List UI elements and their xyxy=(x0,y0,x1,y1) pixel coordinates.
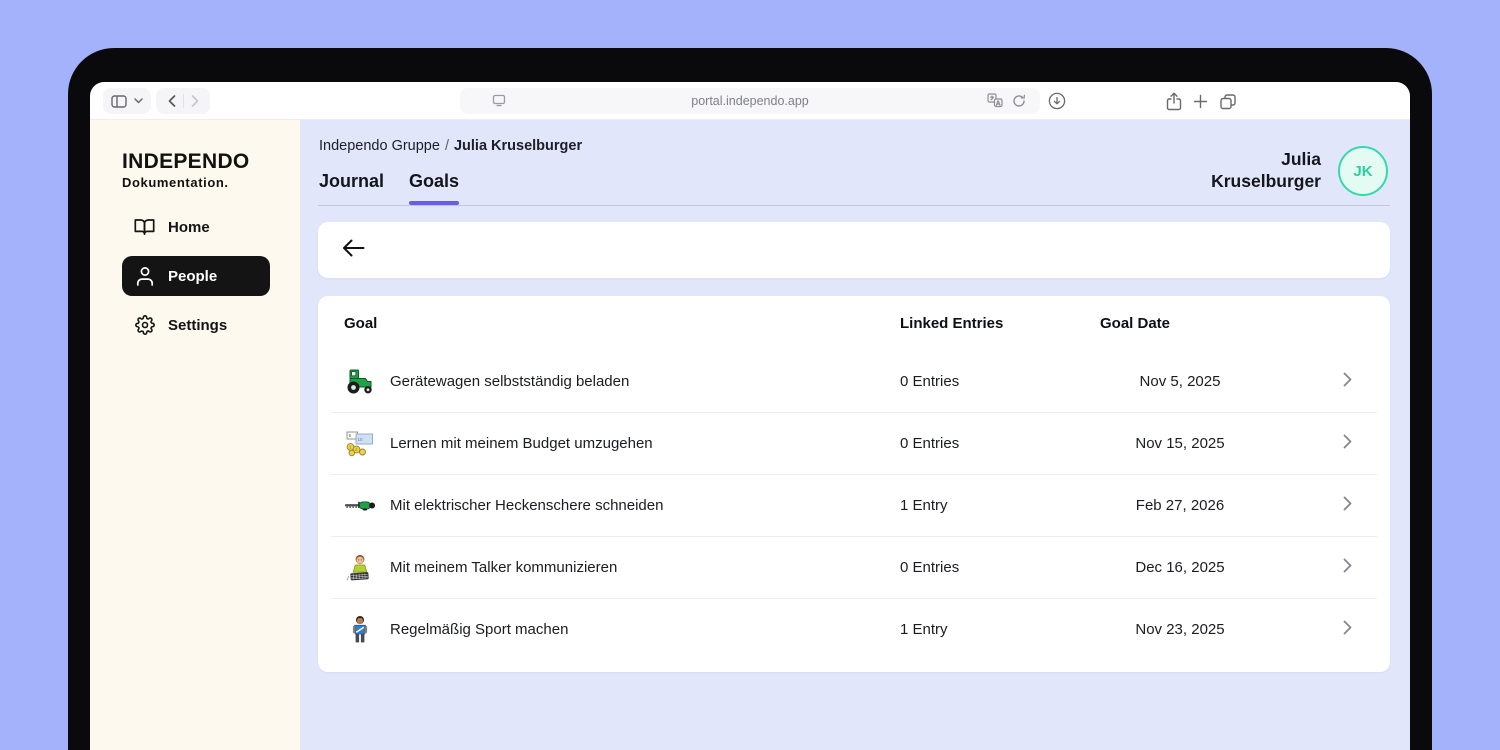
sport-icon xyxy=(344,615,376,645)
chevron-down-icon xyxy=(134,98,143,104)
chevron-right-icon xyxy=(1343,372,1352,391)
linked-entries-value: 0 Entries xyxy=(900,373,1100,390)
sidebar-item-people[interactable]: People xyxy=(122,256,270,296)
new-tab-icon[interactable] xyxy=(1193,94,1208,109)
browser-toolbar: portal.independo.app xyxy=(90,82,1410,120)
sidebar-item-label: Home xyxy=(168,219,210,236)
divider xyxy=(318,205,1390,206)
chevron-right-icon xyxy=(1343,496,1352,515)
svg-text:2: 2 xyxy=(355,448,357,452)
goal-label: Regelmäßig Sport machen xyxy=(390,621,568,638)
goal-label: Mit meinem Talker kommunizieren xyxy=(390,559,617,576)
reload-icon[interactable] xyxy=(1012,94,1026,108)
main-content: Independo Gruppe/Julia Kruselburger Jour… xyxy=(300,120,1410,750)
svg-text:10: 10 xyxy=(357,437,362,442)
person-icon xyxy=(134,266,155,286)
site-icon xyxy=(492,94,506,107)
sidebar-item-label: People xyxy=(168,268,217,285)
chevron-right-icon xyxy=(1343,434,1352,453)
address-bar[interactable]: portal.independo.app xyxy=(460,88,1040,114)
linked-entries-value: 1 Entry xyxy=(900,497,1100,514)
breadcrumb-parent[interactable]: Independo Gruppe xyxy=(319,138,440,154)
tab-journal[interactable]: Journal xyxy=(319,171,384,205)
linked-entries-value: 0 Entries xyxy=(900,435,1100,452)
goal-label: Gerätewagen selbstständig beladen xyxy=(390,373,629,390)
translate-icon[interactable] xyxy=(987,93,1003,108)
talker-icon xyxy=(344,553,376,583)
user-menu[interactable]: Julia Kruselburger JK xyxy=(1189,146,1388,196)
column-header-linked-entries: Linked Entries xyxy=(900,315,1100,332)
breadcrumb-separator: / xyxy=(440,138,454,154)
share-icon[interactable] xyxy=(1166,92,1182,111)
logo-title: INDEPENDO xyxy=(122,150,250,174)
goal-date-value: Nov 23, 2025 xyxy=(1100,621,1260,638)
hedge-trimmer-icon xyxy=(344,496,376,515)
column-header-goal-date: Goal Date xyxy=(1100,315,1260,332)
table-row[interactable]: Regelmäßig Sport machen 1 Entry Nov 23, … xyxy=(331,598,1377,660)
sidebar-item-label: Settings xyxy=(168,317,227,334)
url-text: portal.independo.app xyxy=(460,94,1040,108)
app-logo: INDEPENDO Dokumentation. xyxy=(122,150,250,190)
sidebar-item-home[interactable]: Home xyxy=(122,207,270,247)
breadcrumb: Independo Gruppe/Julia Kruselburger xyxy=(319,138,582,154)
table-row[interactable]: 51012 Lernen mit meinem Budget umzugehen… xyxy=(331,412,1377,474)
divider xyxy=(183,94,184,108)
sidebar: INDEPENDO Dokumentation. Home People xyxy=(90,120,300,750)
sidebar-nav: Home People Settings xyxy=(122,207,270,354)
browser-window: portal.independo.app xyxy=(68,48,1432,750)
goal-date-value: Feb 27, 2026 xyxy=(1100,497,1260,514)
logo-subtitle: Dokumentation. xyxy=(122,175,250,190)
table-row[interactable]: Mit elektrischer Heckenschere schneiden … xyxy=(331,474,1377,536)
linked-entries-value: 1 Entry xyxy=(900,621,1100,638)
goal-label: Mit elektrischer Heckenschere schneiden xyxy=(390,497,663,514)
chevron-right-icon xyxy=(1343,558,1352,577)
back-button[interactable] xyxy=(168,95,176,107)
goals-table: Goal Linked Entries Goal Date Gerätewage… xyxy=(318,296,1390,672)
back-bar xyxy=(318,222,1390,278)
sidebar-toggle-button[interactable] xyxy=(103,88,151,114)
downloads-icon[interactable] xyxy=(1048,92,1066,110)
table-row[interactable]: Mit meinem Talker kommunizieren 0 Entrie… xyxy=(331,536,1377,598)
book-icon xyxy=(134,218,155,236)
tab-bar: Journal Goals xyxy=(319,171,459,205)
user-name: Julia Kruselburger xyxy=(1189,149,1321,193)
chevron-right-icon xyxy=(1343,620,1352,639)
tab-overview-icon[interactable] xyxy=(1219,93,1237,110)
tractor-icon xyxy=(344,368,376,395)
sidebar-toggle-icon xyxy=(111,95,127,108)
table-row[interactable]: Gerätewagen selbstständig beladen 0 Entr… xyxy=(331,350,1377,412)
history-nav-buttons xyxy=(156,88,210,114)
money-icon: 51012 xyxy=(344,430,376,458)
table-header-row: Goal Linked Entries Goal Date xyxy=(331,296,1377,350)
column-header-goal: Goal xyxy=(344,315,900,332)
goal-date-value: Dec 16, 2025 xyxy=(1100,559,1260,576)
tab-goals[interactable]: Goals xyxy=(409,171,459,205)
avatar[interactable]: JK xyxy=(1338,146,1388,196)
breadcrumb-current: Julia Kruselburger xyxy=(454,138,582,154)
goal-date-value: Nov 15, 2025 xyxy=(1100,435,1260,452)
goal-date-value: Nov 5, 2025 xyxy=(1100,373,1260,390)
back-arrow-icon[interactable] xyxy=(342,239,365,262)
forward-button[interactable] xyxy=(191,95,199,107)
sidebar-item-settings[interactable]: Settings xyxy=(122,305,270,345)
linked-entries-value: 0 Entries xyxy=(900,559,1100,576)
gear-icon xyxy=(134,315,155,335)
svg-text:1: 1 xyxy=(349,445,351,449)
goal-label: Lernen mit meinem Budget umzugehen xyxy=(390,435,653,452)
